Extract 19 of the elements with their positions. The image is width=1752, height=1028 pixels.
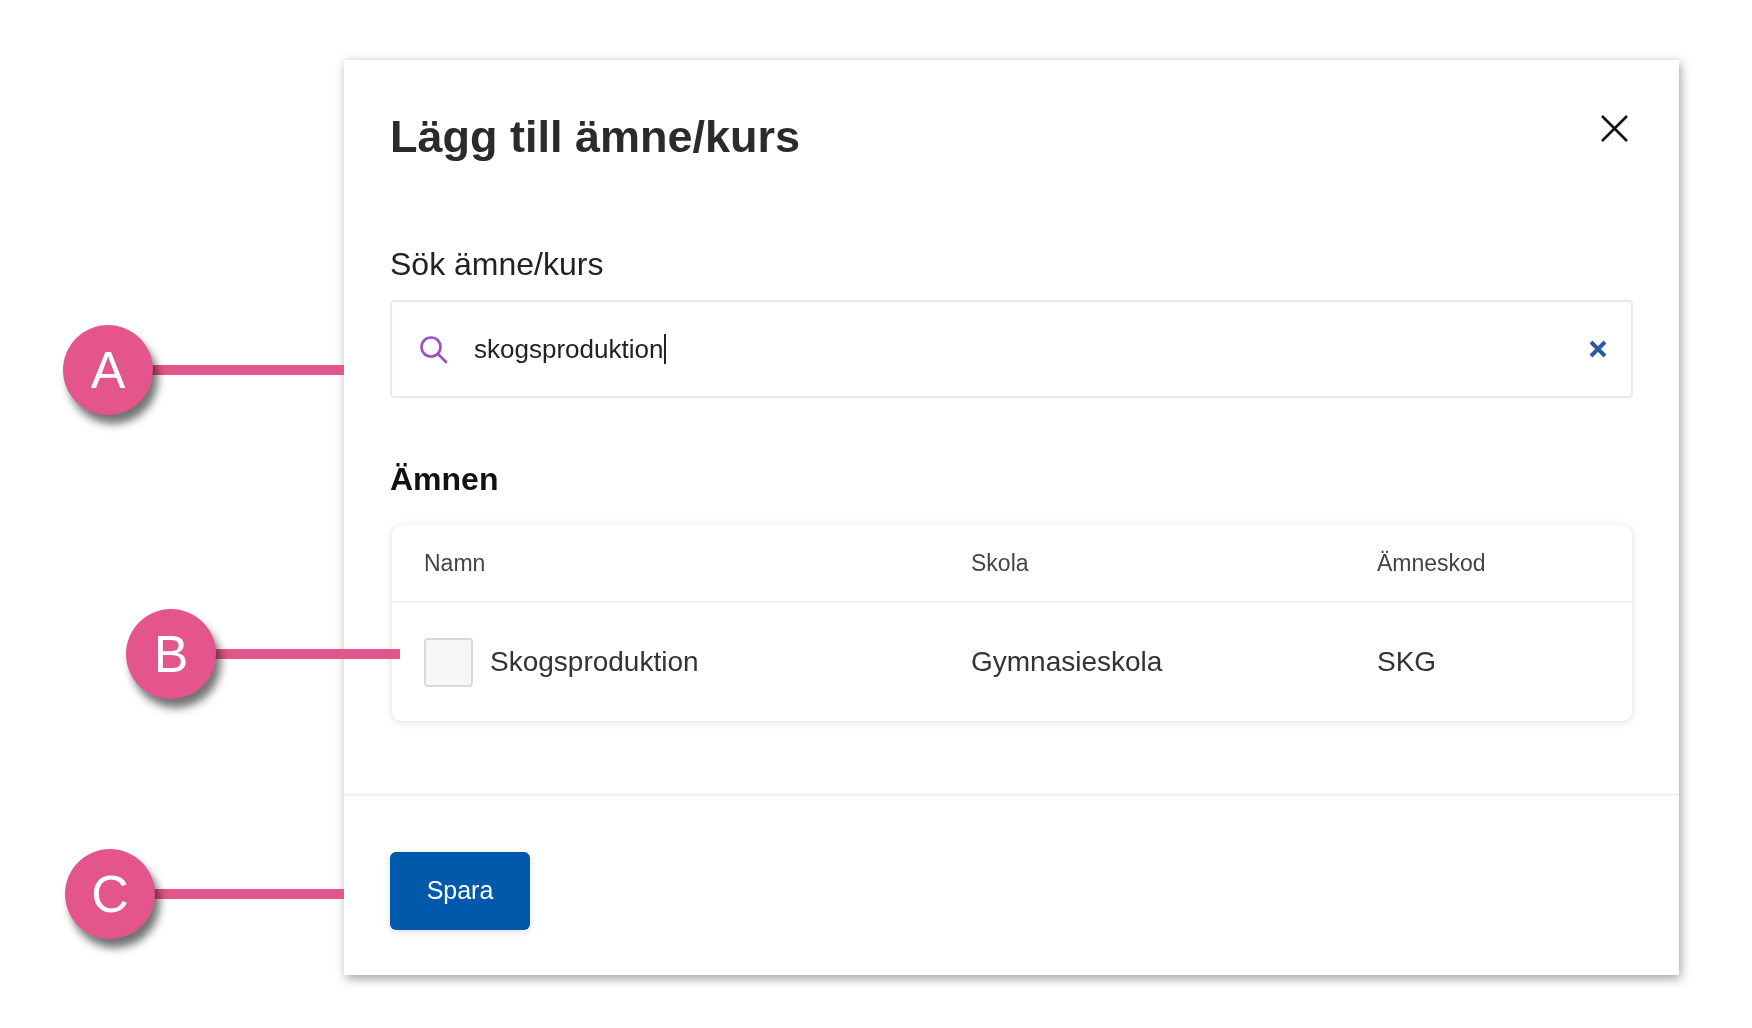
close-icon <box>1601 115 1628 142</box>
clear-icon <box>1589 340 1607 358</box>
column-header: Ämneskod <box>1377 548 1486 578</box>
search-label: Sök ämne/kurs <box>390 245 605 284</box>
column-header: Skola <box>971 548 1029 578</box>
dialog-title: Lägg till ämne/kurs <box>390 110 801 164</box>
table-cell-text: Gymnasieskola <box>971 645 1163 679</box>
clear-button[interactable] <box>1589 340 1607 358</box>
save-button[interactable]: Spara <box>390 852 530 930</box>
table-cell-text: Skogsproduktion <box>490 645 699 679</box>
callout-badge: A <box>63 325 153 415</box>
table-cell-text: SKG <box>1377 645 1437 679</box>
search-icon <box>419 334 448 364</box>
search-field[interactable]: skogsproduktion <box>390 300 1633 398</box>
section-heading: Ämnen <box>390 460 500 499</box>
row-checkbox[interactable] <box>424 637 473 687</box>
column-header: Namn <box>424 548 486 578</box>
callout-badge: B <box>126 609 216 699</box>
callout-badge: C <box>65 849 155 939</box>
